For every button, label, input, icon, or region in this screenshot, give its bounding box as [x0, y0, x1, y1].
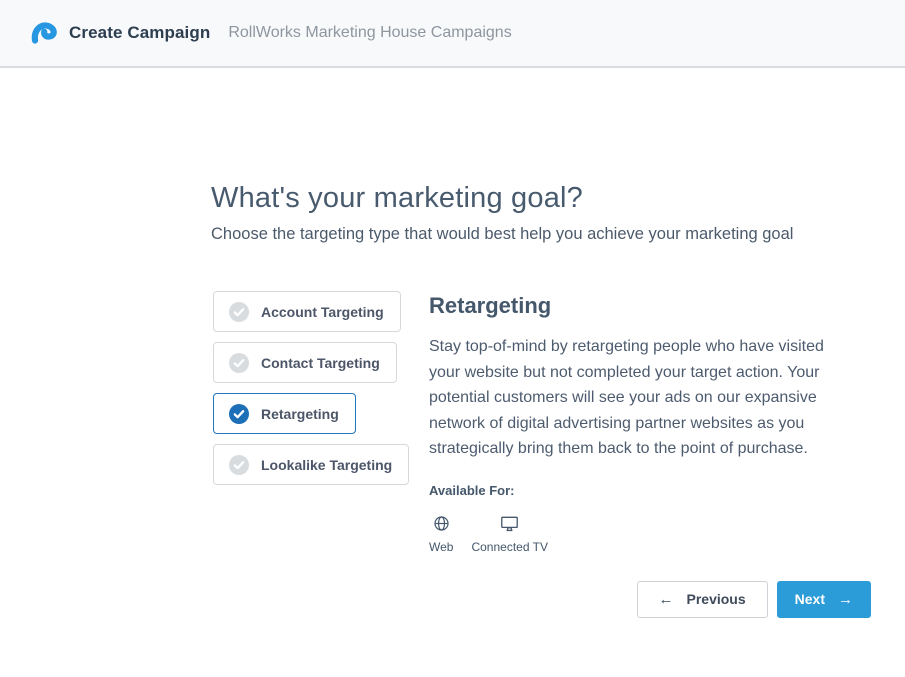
- campaign-name-label: RollWorks Marketing House Campaigns: [228, 24, 512, 41]
- globe-icon: [433, 515, 450, 533]
- rollworks-logo-icon: [30, 19, 58, 47]
- wizard-nav: ← Previous Next →: [211, 580, 871, 618]
- available-for-label: Available For:: [429, 482, 515, 498]
- check-circle-icon: [229, 301, 249, 322]
- next-button[interactable]: Next →: [776, 580, 871, 618]
- previous-button-label: Previous: [686, 591, 746, 607]
- previous-button[interactable]: ← Previous: [636, 580, 768, 618]
- next-button-label: Next: [794, 591, 825, 607]
- check-circle-icon: [229, 352, 249, 373]
- platform-connected-tv: Connected TV: [471, 515, 548, 554]
- marketing-goal-subheading: Choose the targeting type that would bes…: [211, 225, 794, 243]
- targeting-options-list: Account Targeting Contact Targeting Reta…: [213, 291, 410, 554]
- option-contact-targeting[interactable]: Contact Targeting: [213, 342, 397, 383]
- platform-web: Web: [429, 515, 453, 554]
- option-label: Lookalike Targeting: [261, 456, 393, 473]
- header-bar: Create Campaign RollWorks Marketing Hous…: [0, 0, 905, 68]
- create-campaign-page: Create Campaign RollWorks Marketing Hous…: [0, 0, 905, 677]
- option-label: Retargeting: [261, 405, 339, 422]
- details-description: Stay top-of-mind by retargeting people w…: [429, 338, 824, 457]
- platform-label: Connected TV: [471, 539, 548, 554]
- main-content: What's your marketing goal? Choose the t…: [0, 68, 905, 618]
- platform-label: Web: [429, 539, 454, 554]
- page-title: Create Campaign: [69, 23, 211, 42]
- arrow-left-icon: ←: [658, 590, 674, 608]
- selection-row: Account Targeting Contact Targeting Reta…: [211, 291, 871, 554]
- option-account-targeting[interactable]: Account Targeting: [213, 291, 401, 332]
- details-title: Retargeting: [429, 293, 552, 318]
- check-circle-icon-selected: [229, 403, 249, 424]
- option-retargeting[interactable]: Retargeting: [213, 393, 356, 434]
- marketing-goal-heading: What's your marketing goal?: [211, 182, 583, 214]
- option-label: Contact Targeting: [261, 354, 380, 371]
- connected-tv-icon: [500, 515, 519, 533]
- platforms-row: Web Connected TV: [429, 515, 871, 554]
- check-circle-icon: [229, 454, 249, 475]
- targeting-details-panel: Retargeting Stay top-of-mind by retarget…: [429, 291, 871, 554]
- arrow-right-icon: →: [838, 590, 853, 608]
- option-label: Account Targeting: [261, 303, 384, 320]
- option-lookalike-targeting[interactable]: Lookalike Targeting: [213, 444, 410, 485]
